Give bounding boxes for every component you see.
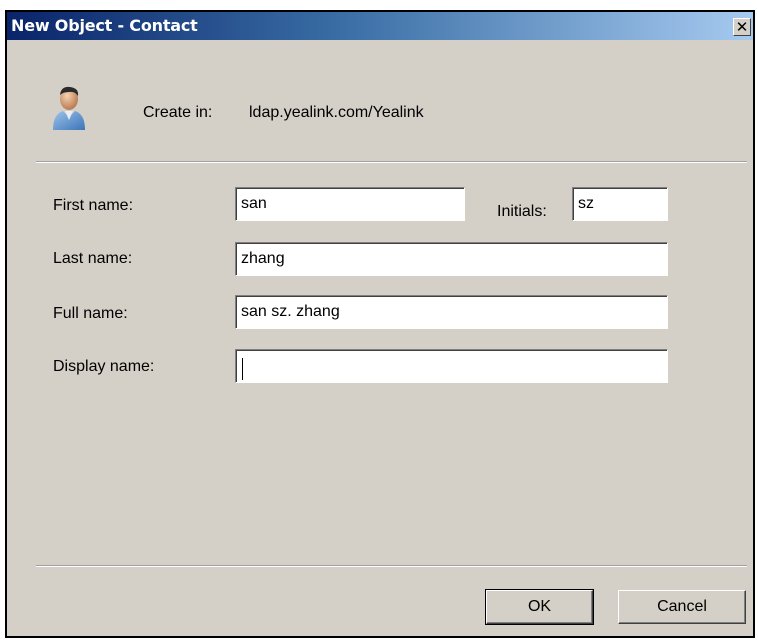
close-button[interactable]: ✕	[733, 18, 751, 36]
last-name-label: Last name:	[53, 250, 133, 267]
display-name-label: Display name:	[53, 358, 155, 375]
initials-input[interactable]	[572, 187, 668, 221]
cancel-button[interactable]: Cancel	[618, 590, 746, 624]
title-bar[interactable]: New Object - Contact ✕	[7, 12, 753, 40]
last-name-input[interactable]	[235, 242, 668, 276]
display-name-input[interactable]	[235, 349, 668, 383]
header-separator	[36, 161, 747, 163]
first-name-label: First name:	[53, 197, 134, 214]
window-title: New Object - Contact	[11, 16, 198, 35]
create-in-label: Create in:	[143, 104, 213, 121]
first-name-input[interactable]	[235, 187, 465, 221]
text-caret	[242, 358, 243, 380]
contact-user-icon	[53, 86, 85, 130]
footer-separator	[36, 565, 747, 567]
initials-label: Initials:	[497, 203, 547, 220]
create-in-path: ldap.yealink.com/Yealink	[249, 104, 424, 121]
ok-button[interactable]: OK	[485, 589, 594, 625]
new-contact-dialog: New Object - Contact ✕ Create in: ldap.y…	[5, 10, 755, 638]
full-name-input[interactable]	[235, 295, 668, 329]
close-icon: ✕	[735, 18, 749, 36]
full-name-label: Full name:	[53, 305, 128, 322]
